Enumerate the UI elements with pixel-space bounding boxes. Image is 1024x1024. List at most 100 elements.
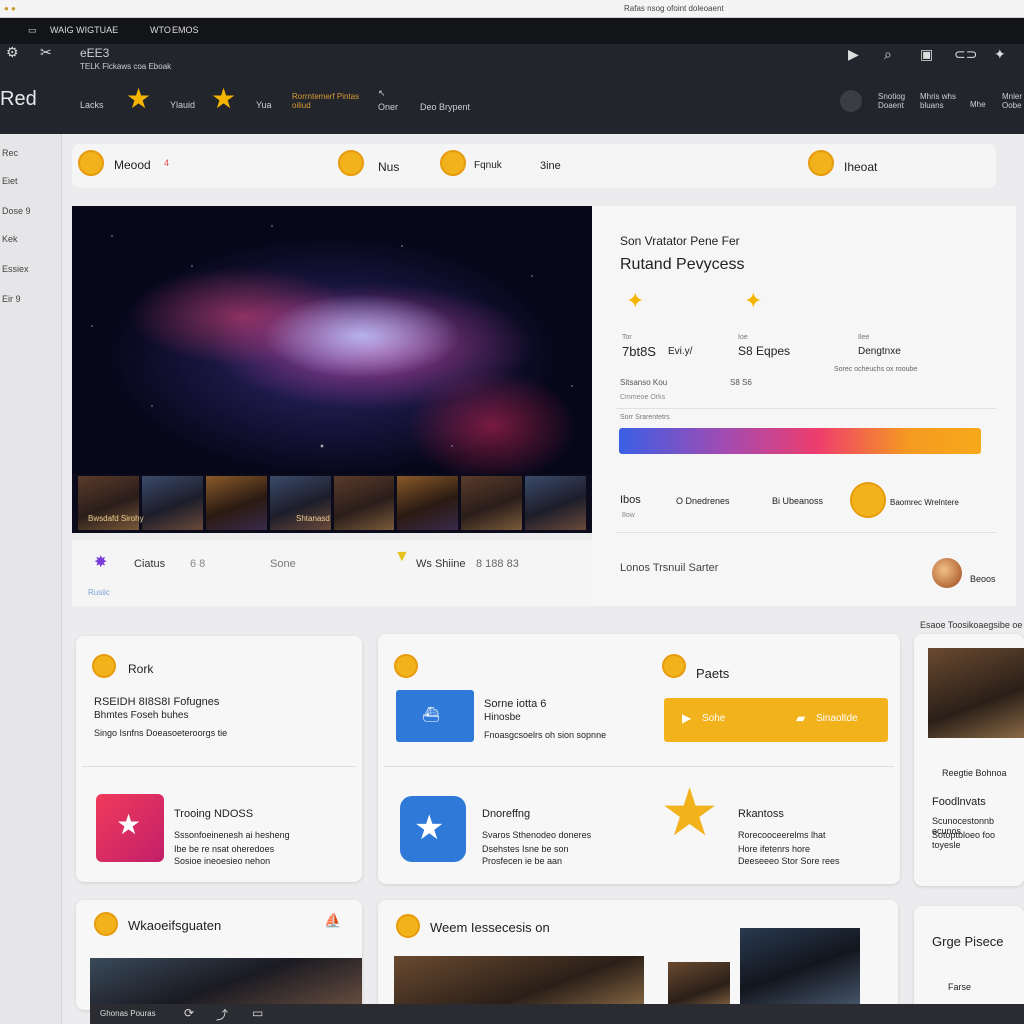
action-label[interactable]: Sone (270, 558, 296, 570)
spark-icon: ✸ (94, 554, 108, 571)
divider (82, 766, 356, 767)
star-icon: ★ (116, 809, 142, 840)
rating-progress-bar (619, 428, 981, 454)
card-heading: RSEIDH 8I8S8I Fofugnes (94, 696, 220, 708)
action-count: 6 8 (190, 558, 206, 570)
item-title[interactable]: Trooing NDOSS (174, 808, 253, 820)
gallery-image[interactable] (740, 928, 860, 1010)
meta-item[interactable]: O Dnedrenes (676, 496, 730, 506)
nav-right-item[interactable]: Snotiog Doaent (878, 92, 910, 110)
stat-label: S8 S6 (730, 378, 752, 387)
monitor-icon[interactable]: ▭ (252, 1006, 263, 1020)
star-icon: ★ (414, 809, 445, 847)
nav-item[interactable]: Yua (256, 100, 272, 110)
top-item[interactable]: WAIG WIGTUAE (50, 25, 118, 35)
star-icon: ★ (660, 775, 720, 849)
app-tile[interactable]: ★ (400, 796, 466, 862)
hero-media[interactable]: Bwsdafd Sirohy Shtanasd (72, 206, 592, 533)
stat-top: Ilee (858, 334, 870, 341)
detail-footer: Lonos Trsnuil Sarter (620, 562, 719, 574)
button-label: Sohe (702, 713, 726, 724)
meta-item: Ibos (620, 494, 641, 506)
sidebar-item[interactable]: Rec (2, 148, 18, 158)
action-count: 8 188 83 (476, 558, 519, 570)
nav-right-item[interactable]: Mnler Oobe (1002, 92, 1024, 110)
action-link[interactable]: Rusiic (88, 588, 110, 597)
nav-item[interactable]: Deo Brypent (420, 102, 470, 112)
meta-item[interactable]: Bi Ubeanoss (772, 496, 823, 506)
coin-icon (394, 654, 418, 678)
card-wkaoeifsguaten: Wkaoeifsguaten ⛵ (76, 900, 362, 1010)
item-line: Hore ifetenrs hore (738, 844, 811, 854)
item-title[interactable]: Dnoreffng (482, 808, 530, 820)
ship-icon[interactable]: ⛵ (324, 912, 341, 929)
feature-image[interactable] (928, 648, 1024, 738)
nav-right-item[interactable]: Mhe (970, 100, 986, 109)
app-tile[interactable]: ⛴ (396, 690, 474, 742)
settings-icon[interactable]: ⚙ (6, 44, 19, 61)
nav-item[interactable]: Rorrntemerf Pintas oiliud (292, 92, 362, 110)
sidebar-item[interactable]: Essiex (2, 264, 29, 274)
stat-label: Sitsanso Kou (620, 378, 668, 387)
window-controls[interactable]: ● ● (4, 4, 16, 13)
stat-value: 7bt8S (622, 344, 656, 359)
gallery-image[interactable] (394, 956, 644, 1010)
card-sub: Sotoptbloeo foo toyesle (932, 830, 996, 850)
banner-image[interactable] (90, 958, 362, 1010)
card-title: Grge Pisece (932, 934, 1004, 949)
bookmark-icon[interactable]: ▣ (920, 46, 933, 63)
thumbnail[interactable] (525, 476, 586, 530)
item-title[interactable]: Rkantoss (738, 808, 784, 820)
sidebar: Rec Eiet Dose 9 Kek Essiex Eir 9 (0, 134, 62, 1024)
sidebar-item[interactable]: Eiet (2, 176, 18, 186)
sidebar-item[interactable]: Kek (2, 234, 18, 244)
action-label[interactable]: Ciatus (134, 558, 165, 570)
card-weem: Weem Iessecesis on (378, 900, 898, 1010)
star-icon: ★ (211, 83, 237, 114)
thumbnail[interactable] (461, 476, 523, 530)
sidebar-item[interactable]: Eir 9 (2, 294, 21, 304)
profile-icon[interactable]: ✦ (994, 46, 1006, 63)
nav-item[interactable]: Oner (378, 102, 398, 112)
avatar[interactable] (932, 558, 962, 588)
action-label[interactable]: Ws Shiine (416, 558, 466, 570)
tab-fqnuk[interactable]: Fqnuk (474, 160, 502, 171)
refresh-icon[interactable]: ⟳ (184, 1006, 194, 1020)
top-item[interactable]: WTO (150, 25, 171, 35)
galaxy-image (72, 206, 592, 474)
chat-icon: ▰ (796, 711, 806, 725)
tab-iheoat[interactable]: Iheoat (844, 160, 877, 174)
thumbnail[interactable] (333, 476, 395, 530)
tab-meood[interactable]: Meood (114, 158, 151, 172)
menu-icon[interactable]: ▭ (28, 25, 37, 36)
coin-icon[interactable] (850, 482, 886, 518)
app-tile[interactable]: ★ (96, 794, 164, 862)
meta-item[interactable]: Baomrec Wrelntere (890, 498, 959, 507)
nav-item[interactable]: Lacks (80, 100, 104, 110)
coin-icon (78, 150, 104, 176)
link-icon[interactable]: ⊂⊃ (954, 46, 977, 63)
thumbnail[interactable] (397, 476, 459, 530)
tab-badge: 4 (164, 158, 170, 168)
share-icon[interactable]: ⤴ (216, 1006, 228, 1023)
tools-icon[interactable]: ✂ (40, 44, 52, 61)
tab-3ine[interactable]: 3ine (540, 160, 561, 172)
tab-nus[interactable]: Nus (378, 160, 399, 174)
card-title: Sorne iotta 6 (484, 698, 547, 710)
primary-button[interactable]: ▶ Sohe ▰ Sinaoltde (664, 698, 888, 742)
thumbnail[interactable] (205, 476, 267, 530)
top-item[interactable]: EMOS (172, 25, 199, 35)
app-logo[interactable]: Red (0, 88, 37, 111)
nav-item[interactable]: Ylauid (170, 100, 195, 110)
card-rork: Rork RSEIDH 8I8S8I Fofugnes Bhmtes Foseh… (76, 636, 362, 882)
play-icon[interactable]: ▶ (848, 46, 859, 63)
notification-icon[interactable] (840, 90, 862, 112)
gallery-image[interactable] (668, 962, 730, 1010)
hero-actions: ✸ Ciatus 6 8 Sone ▼ Ws Shiine 8 188 83 R… (72, 540, 592, 606)
sidebar-item[interactable]: Dose 9 (2, 206, 31, 216)
thumbnail[interactable] (141, 476, 203, 530)
item-line: Svaros Sthenodeo doneres (482, 830, 592, 840)
search-icon[interactable]: ⌕ (884, 46, 892, 63)
nav-right-item[interactable]: Mhris whs bluans (920, 92, 960, 110)
avatar-label[interactable]: Beoos (970, 574, 996, 584)
